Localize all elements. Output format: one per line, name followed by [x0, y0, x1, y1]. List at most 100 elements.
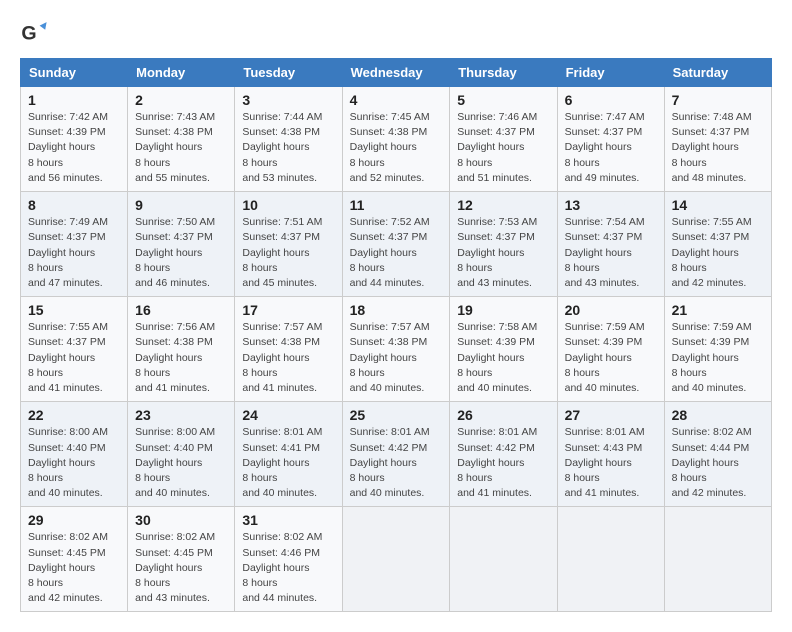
week-row-3: 15 Sunrise: 7:55 AMSunset: 4:37 PMDaylig…	[21, 297, 772, 402]
day-info: Sunrise: 7:42 AMSunset: 4:39 PMDaylight …	[28, 111, 108, 184]
day-info: Sunrise: 8:02 AMSunset: 4:45 PMDaylight …	[135, 531, 215, 604]
day-number: 24	[242, 407, 334, 423]
col-header-monday: Monday	[128, 59, 235, 87]
day-info: Sunrise: 7:49 AMSunset: 4:37 PMDaylight …	[28, 216, 108, 289]
calendar-cell: 10 Sunrise: 7:51 AMSunset: 4:37 PMDaylig…	[235, 192, 342, 297]
calendar-cell	[450, 507, 557, 612]
day-info: Sunrise: 7:46 AMSunset: 4:37 PMDaylight …	[457, 111, 537, 184]
calendar-cell: 24 Sunrise: 8:01 AMSunset: 4:41 PMDaylig…	[235, 402, 342, 507]
day-info: Sunrise: 8:01 AMSunset: 4:42 PMDaylight …	[457, 426, 537, 499]
col-header-thursday: Thursday	[450, 59, 557, 87]
calendar-cell: 11 Sunrise: 7:52 AMSunset: 4:37 PMDaylig…	[342, 192, 450, 297]
col-header-saturday: Saturday	[664, 59, 771, 87]
calendar-cell: 30 Sunrise: 8:02 AMSunset: 4:45 PMDaylig…	[128, 507, 235, 612]
day-number: 7	[672, 92, 764, 108]
calendar-cell: 5 Sunrise: 7:46 AMSunset: 4:37 PMDayligh…	[450, 87, 557, 192]
day-number: 17	[242, 302, 334, 318]
day-number: 19	[457, 302, 549, 318]
svg-text:G: G	[21, 23, 36, 45]
calendar-cell: 19 Sunrise: 7:58 AMSunset: 4:39 PMDaylig…	[450, 297, 557, 402]
day-info: Sunrise: 7:50 AMSunset: 4:37 PMDaylight …	[135, 216, 215, 289]
day-info: Sunrise: 8:02 AMSunset: 4:46 PMDaylight …	[242, 531, 322, 604]
day-info: Sunrise: 7:59 AMSunset: 4:39 PMDaylight …	[672, 321, 752, 394]
day-info: Sunrise: 7:59 AMSunset: 4:39 PMDaylight …	[565, 321, 645, 394]
calendar-cell: 4 Sunrise: 7:45 AMSunset: 4:38 PMDayligh…	[342, 87, 450, 192]
calendar-cell: 13 Sunrise: 7:54 AMSunset: 4:37 PMDaylig…	[557, 192, 664, 297]
calendar-table: SundayMondayTuesdayWednesdayThursdayFrid…	[20, 58, 772, 612]
calendar-cell: 12 Sunrise: 7:53 AMSunset: 4:37 PMDaylig…	[450, 192, 557, 297]
day-number: 21	[672, 302, 764, 318]
calendar-cell: 23 Sunrise: 8:00 AMSunset: 4:40 PMDaylig…	[128, 402, 235, 507]
week-row-4: 22 Sunrise: 8:00 AMSunset: 4:40 PMDaylig…	[21, 402, 772, 507]
day-number: 25	[350, 407, 443, 423]
calendar-cell: 14 Sunrise: 7:55 AMSunset: 4:37 PMDaylig…	[664, 192, 771, 297]
day-info: Sunrise: 7:58 AMSunset: 4:39 PMDaylight …	[457, 321, 537, 394]
col-header-wednesday: Wednesday	[342, 59, 450, 87]
logo-icon: G	[20, 20, 48, 48]
day-info: Sunrise: 8:01 AMSunset: 4:41 PMDaylight …	[242, 426, 322, 499]
day-number: 16	[135, 302, 227, 318]
day-number: 11	[350, 197, 443, 213]
calendar-cell	[342, 507, 450, 612]
day-number: 30	[135, 512, 227, 528]
calendar-cell: 20 Sunrise: 7:59 AMSunset: 4:39 PMDaylig…	[557, 297, 664, 402]
day-number: 27	[565, 407, 657, 423]
day-number: 26	[457, 407, 549, 423]
day-number: 3	[242, 92, 334, 108]
day-info: Sunrise: 8:01 AMSunset: 4:42 PMDaylight …	[350, 426, 430, 499]
calendar-cell: 16 Sunrise: 7:56 AMSunset: 4:38 PMDaylig…	[128, 297, 235, 402]
day-info: Sunrise: 7:57 AMSunset: 4:38 PMDaylight …	[242, 321, 322, 394]
day-number: 8	[28, 197, 120, 213]
day-info: Sunrise: 7:55 AMSunset: 4:37 PMDaylight …	[28, 321, 108, 394]
calendar-cell: 22 Sunrise: 8:00 AMSunset: 4:40 PMDaylig…	[21, 402, 128, 507]
calendar-cell: 25 Sunrise: 8:01 AMSunset: 4:42 PMDaylig…	[342, 402, 450, 507]
day-info: Sunrise: 8:02 AMSunset: 4:45 PMDaylight …	[28, 531, 108, 604]
day-info: Sunrise: 7:47 AMSunset: 4:37 PMDaylight …	[565, 111, 645, 184]
calendar-cell: 1 Sunrise: 7:42 AMSunset: 4:39 PMDayligh…	[21, 87, 128, 192]
day-number: 23	[135, 407, 227, 423]
calendar-cell: 27 Sunrise: 8:01 AMSunset: 4:43 PMDaylig…	[557, 402, 664, 507]
day-info: Sunrise: 7:55 AMSunset: 4:37 PMDaylight …	[672, 216, 752, 289]
day-info: Sunrise: 7:57 AMSunset: 4:38 PMDaylight …	[350, 321, 430, 394]
day-info: Sunrise: 7:51 AMSunset: 4:37 PMDaylight …	[242, 216, 322, 289]
calendar-header-row: SundayMondayTuesdayWednesdayThursdayFrid…	[21, 59, 772, 87]
calendar-cell	[557, 507, 664, 612]
day-number: 29	[28, 512, 120, 528]
day-number: 22	[28, 407, 120, 423]
day-number: 14	[672, 197, 764, 213]
col-header-tuesday: Tuesday	[235, 59, 342, 87]
calendar-cell: 9 Sunrise: 7:50 AMSunset: 4:37 PMDayligh…	[128, 192, 235, 297]
day-info: Sunrise: 7:44 AMSunset: 4:38 PMDaylight …	[242, 111, 322, 184]
week-row-5: 29 Sunrise: 8:02 AMSunset: 4:45 PMDaylig…	[21, 507, 772, 612]
calendar-cell: 18 Sunrise: 7:57 AMSunset: 4:38 PMDaylig…	[342, 297, 450, 402]
calendar-cell	[664, 507, 771, 612]
page-header: G	[20, 20, 772, 48]
calendar-cell: 31 Sunrise: 8:02 AMSunset: 4:46 PMDaylig…	[235, 507, 342, 612]
calendar-cell: 26 Sunrise: 8:01 AMSunset: 4:42 PMDaylig…	[450, 402, 557, 507]
calendar-cell: 15 Sunrise: 7:55 AMSunset: 4:37 PMDaylig…	[21, 297, 128, 402]
day-info: Sunrise: 7:45 AMSunset: 4:38 PMDaylight …	[350, 111, 430, 184]
calendar-cell: 7 Sunrise: 7:48 AMSunset: 4:37 PMDayligh…	[664, 87, 771, 192]
week-row-1: 1 Sunrise: 7:42 AMSunset: 4:39 PMDayligh…	[21, 87, 772, 192]
col-header-sunday: Sunday	[21, 59, 128, 87]
day-number: 10	[242, 197, 334, 213]
day-number: 9	[135, 197, 227, 213]
day-number: 31	[242, 512, 334, 528]
day-number: 13	[565, 197, 657, 213]
day-number: 6	[565, 92, 657, 108]
calendar-cell: 21 Sunrise: 7:59 AMSunset: 4:39 PMDaylig…	[664, 297, 771, 402]
day-info: Sunrise: 7:43 AMSunset: 4:38 PMDaylight …	[135, 111, 215, 184]
calendar-cell: 29 Sunrise: 8:02 AMSunset: 4:45 PMDaylig…	[21, 507, 128, 612]
day-info: Sunrise: 7:56 AMSunset: 4:38 PMDaylight …	[135, 321, 215, 394]
day-number: 12	[457, 197, 549, 213]
day-number: 20	[565, 302, 657, 318]
day-number: 2	[135, 92, 227, 108]
calendar-cell: 6 Sunrise: 7:47 AMSunset: 4:37 PMDayligh…	[557, 87, 664, 192]
day-number: 15	[28, 302, 120, 318]
day-info: Sunrise: 8:00 AMSunset: 4:40 PMDaylight …	[28, 426, 108, 499]
day-number: 28	[672, 407, 764, 423]
day-info: Sunrise: 7:54 AMSunset: 4:37 PMDaylight …	[565, 216, 645, 289]
day-info: Sunrise: 7:53 AMSunset: 4:37 PMDaylight …	[457, 216, 537, 289]
day-number: 4	[350, 92, 443, 108]
day-number: 1	[28, 92, 120, 108]
